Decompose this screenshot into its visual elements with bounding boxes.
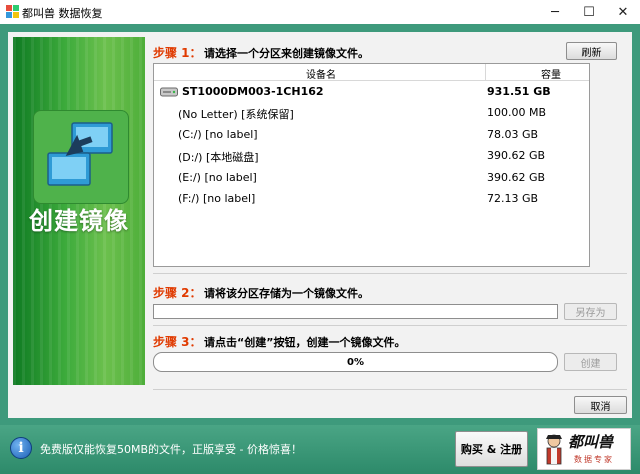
partition-capacity: 72.13 GB	[487, 192, 539, 205]
save-as-button[interactable]: 另存为	[564, 303, 617, 320]
column-separator	[485, 64, 486, 80]
partition-name: (F:/) [no label]	[178, 192, 256, 205]
maximize-button[interactable]: ☐	[572, 0, 606, 24]
partition-capacity: 78.03 GB	[487, 128, 539, 141]
disk-image-icon	[33, 110, 129, 204]
partition-row[interactable]: (No Letter) [系统保留] 100.00 MB	[154, 103, 589, 123]
step3-label: 步骤 3：	[153, 335, 202, 349]
partition-capacity: 100.00 MB	[487, 106, 547, 119]
disk-name: ST1000DM003-1CH162	[182, 85, 324, 98]
step1-instruction: 请选择一个分区来创建镜像文件。	[204, 47, 369, 60]
progress-bar: 0%	[153, 352, 558, 372]
buy-register-button[interactable]: 购买 & 注册	[455, 431, 528, 467]
hard-drive-icon	[160, 87, 178, 97]
refresh-button[interactable]: 刷新	[566, 42, 617, 60]
create-button[interactable]: 创建	[564, 353, 617, 371]
partition-row[interactable]: (E:/) [no label] 390.62 GB	[154, 168, 589, 188]
window-frame: 创建镜像 步骤 1： 请选择一个分区来创建镜像文件。 刷新 设备名 容量 ST1…	[0, 24, 640, 474]
banner-title: 创建镜像	[29, 207, 129, 235]
partition-list[interactable]: 设备名 容量 ST1000DM003-1CH162 931.51 GB (No …	[153, 63, 590, 267]
title-bar: 都叫兽 数据恢复 ─ ☐ ✕	[0, 0, 640, 24]
partition-name: (E:/) [no label]	[178, 171, 257, 184]
side-banner: 创建镜像	[13, 37, 145, 385]
disk-row[interactable]: ST1000DM003-1CH162 931.51 GB	[154, 82, 589, 102]
list-header: 设备名 容量	[154, 64, 589, 81]
partition-capacity: 390.62 GB	[487, 171, 546, 184]
logo-title: 都叫兽	[568, 433, 614, 451]
header-device-name[interactable]: 设备名	[306, 66, 336, 81]
disk-image-graphic	[47, 122, 113, 186]
cancel-button[interactable]: 取消	[574, 396, 627, 414]
partition-name: (No Letter) [系统保留]	[178, 108, 294, 121]
info-icon: i	[10, 437, 32, 459]
image-path-input[interactable]	[153, 304, 558, 319]
step1-label: 步骤 1：	[153, 46, 202, 60]
section-divider	[153, 325, 627, 326]
section-divider	[153, 273, 627, 274]
footer-bar: i 免费版仅能恢复50MB的文件，正版享受 - 价格惊喜！ 购买 & 注册 都叫…	[0, 425, 640, 474]
mascot-icon	[546, 434, 562, 465]
free-version-notice: 免费版仅能恢复50MB的文件，正版享受 - 价格惊喜！	[40, 443, 302, 456]
app-logo-icon	[6, 5, 19, 18]
partition-name: (C:/) [no label]	[178, 128, 258, 141]
window-title: 都叫兽 数据恢复	[22, 7, 103, 20]
close-button[interactable]: ✕	[606, 0, 640, 24]
step2-instruction: 请将该分区存储为一个镜像文件。	[204, 287, 369, 300]
partition-name: (D:/) [本地磁盘]	[178, 151, 259, 164]
step3-instruction: 请点击“创建”按钮，创建一个镜像文件。	[204, 336, 406, 349]
bottom-divider	[153, 389, 627, 390]
partition-capacity: 390.62 GB	[487, 149, 546, 162]
header-capacity[interactable]: 容量	[541, 66, 561, 81]
partition-row[interactable]: (F:/) [no label] 72.13 GB	[154, 189, 589, 209]
disk-capacity: 931.51 GB	[487, 85, 551, 98]
brand-logo: 都叫兽 数据专家	[537, 428, 631, 470]
minimize-button[interactable]: ─	[538, 0, 572, 24]
partition-row[interactable]: (C:/) [no label] 78.03 GB	[154, 125, 589, 145]
step2-label: 步骤 2：	[153, 286, 202, 300]
logo-subtitle: 数据专家	[574, 455, 614, 464]
partition-row[interactable]: (D:/) [本地磁盘] 390.62 GB	[154, 146, 589, 166]
main-panel: 创建镜像 步骤 1： 请选择一个分区来创建镜像文件。 刷新 设备名 容量 ST1…	[8, 32, 632, 418]
